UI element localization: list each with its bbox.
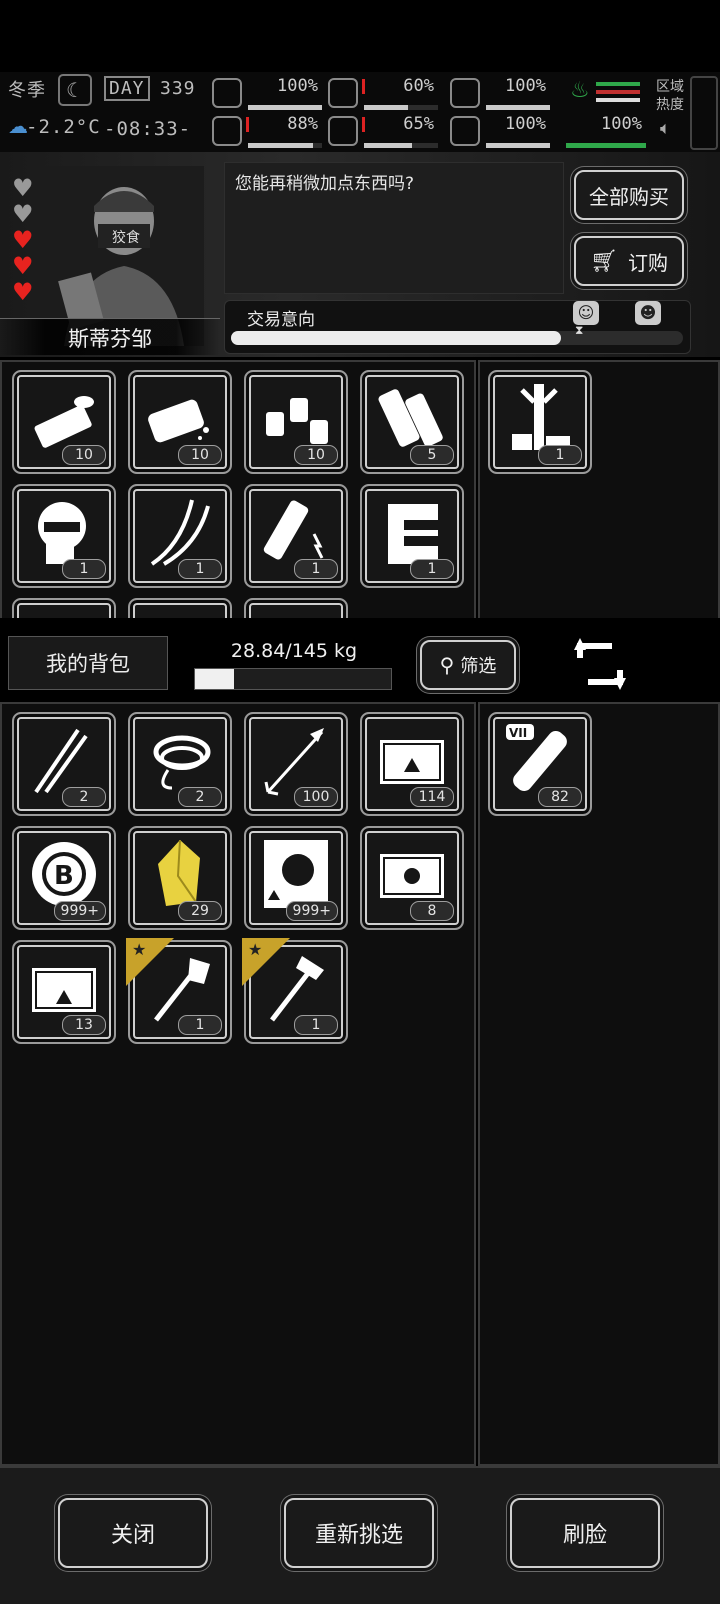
heart-full-icon: ♥ [12,278,34,306]
water-drop-icon [328,116,358,146]
trade-intent-label: 交易意向 [247,310,315,330]
day-count: 339 [160,78,196,99]
bag-inventory-grid: 2 2 100 114 B 999+ 29 999+ 8 13 ★ 1 ★ 1 [0,702,476,1466]
trade-intent-panel: 交易意向 ☺ ☻ ⧗ [224,300,691,354]
item-slot[interactable]: ★ 1 [242,938,348,1044]
item-slot[interactable]: 2 [12,712,116,816]
grin-icon: ☻ [635,301,661,325]
brain-icon [212,116,242,146]
stat-stamina: 100% [566,114,646,148]
item-slot[interactable]: 10 [12,370,116,474]
item-slot[interactable]: 2 [128,712,232,816]
star-badge-icon: ★ [126,938,174,986]
filter-button[interactable]: ⚲ 筛选 [420,640,516,690]
item-slot[interactable]: 13 [12,940,116,1044]
temperature: -2.2°C [26,116,101,138]
svg-text:B: B [54,861,74,891]
tier-badge: VII [509,726,527,740]
trader-special-grid: 1 [478,360,720,626]
game-time: -08:33- [104,118,192,140]
stat-food: 60% [328,76,438,110]
item-slot[interactable]: 114 [360,712,464,816]
heart-full-icon: ♥ [12,252,34,280]
stat-bladder: 100% [450,76,550,110]
intent-marker-icon: ⧗ [575,323,584,337]
dialog-text: 您能再稍微加点东西吗? [235,174,415,194]
svg-text:狡食: 狡食 [112,229,140,246]
heat-meter [690,76,718,150]
item-slot[interactable]: 10 [128,370,232,474]
buy-all-button[interactable]: 全部购买 [574,170,684,220]
item-slot[interactable]: B 999+ [12,826,116,930]
stamina-icon: ♨ [570,76,642,106]
bag-weight-bar [194,668,392,690]
stomach-icon [328,78,358,108]
medkit-icon [212,78,242,108]
item-slot[interactable]: 1 [488,370,592,474]
trade-intent-bar [231,331,683,345]
item-slot[interactable]: 1 [360,484,464,588]
stat-mental: 88% [212,114,322,148]
smile-icon: ☺ [573,301,599,325]
day-label: DAY [104,76,150,101]
item-slot[interactable]: 29 [128,826,232,930]
item-slot[interactable]: ★ 1 [126,938,232,1044]
heart-empty-icon: ♥ [12,174,34,202]
season-label: 冬季 [8,80,46,101]
star-badge-icon: ★ [242,938,290,986]
moon-icon: ☾ [58,74,92,106]
item-slot[interactable]: 1 [128,484,232,588]
item-slot[interactable]: 1 [244,484,348,588]
item-slot[interactable]: VII 82 [488,712,592,816]
item-slot[interactable]: 10 [244,370,348,474]
stat-mood: 100% [450,114,550,148]
stat-water: 65% [328,114,438,148]
item-slot[interactable]: 999+ [244,826,348,930]
reselect-button[interactable]: 重新挑选 [284,1498,434,1568]
bag-title: 我的背包 [8,636,168,690]
item-slot[interactable]: 100 [244,712,348,816]
region-heat-label: 区域 热度 [656,79,684,113]
cart-icon: 🛒︎ [590,248,618,274]
item-slot[interactable]: 1 [12,484,116,588]
heart-icon [450,116,480,146]
bladder-icon [450,78,480,108]
trader-dialog: 您能再稍微加点东西吗? [224,162,564,294]
trader-name: 斯蒂芬邹 [68,327,152,351]
item-slot[interactable]: 8 [360,826,464,930]
swap-icon[interactable] [572,634,628,694]
magnifier-icon: ⚲ [439,653,455,677]
stat-health: 100% [212,76,322,110]
bag-special-grid: VII 82 [478,702,720,1466]
sound-icon[interactable]: 🔈︎ [660,118,671,139]
face-button[interactable]: 刷脸 [510,1498,660,1568]
heart-empty-icon: ♥ [12,200,34,228]
bag-weight: 28.84/145 kg [230,640,358,662]
status-hud: 冬季 ☾ DAY 339 ☁ -2.2°C -08:33- 100% 60% 1… [0,72,720,152]
item-slot[interactable]: 5 [360,370,464,474]
trader-inventory-grid: 10 10 10 5 1 1 1 1 [0,360,476,626]
close-button[interactable]: 关闭 [58,1498,208,1568]
trader-name-plate: 斯蒂芬邹 [0,318,220,355]
heart-full-icon: ♥ [12,226,34,254]
order-button[interactable]: 🛒︎ 订购 [574,236,684,286]
